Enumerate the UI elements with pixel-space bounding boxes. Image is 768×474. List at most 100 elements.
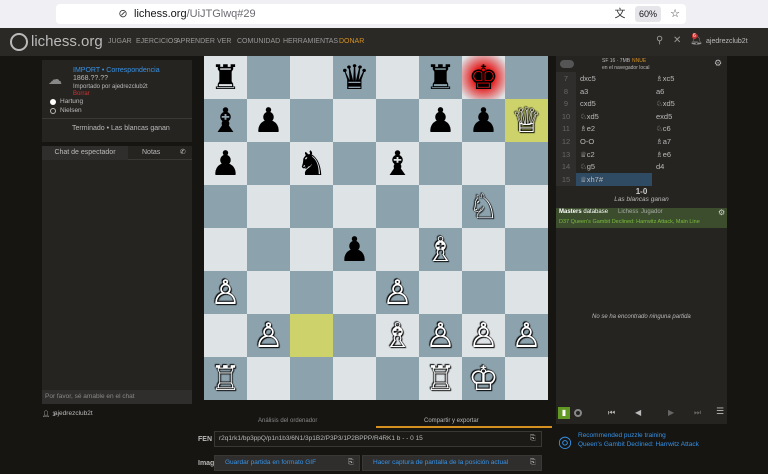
square-e6[interactable]: ♝	[376, 142, 419, 185]
piece-wP[interactable]: ♙	[210, 276, 240, 310]
square-a3[interactable]: ♙	[204, 271, 247, 314]
square-h5[interactable]	[505, 185, 548, 228]
tab-notes[interactable]: Notas	[142, 149, 160, 156]
gif-button[interactable]: Guardar partida en formato GIF	[214, 455, 360, 471]
tab-share-export[interactable]: Compartir y exportar	[424, 418, 479, 424]
square-b3[interactable]	[247, 271, 290, 314]
nav-aprender[interactable]: APRENDER	[176, 38, 215, 45]
phone-icon[interactable]: ✆	[180, 148, 186, 156]
square-f8[interactable]: ♜	[419, 56, 462, 99]
square-g4[interactable]	[462, 228, 505, 271]
piece-wQ[interactable]: ♕	[511, 104, 541, 138]
menu-icon[interactable]: ☰	[716, 407, 724, 417]
black-player[interactable]: Nielsen	[60, 107, 82, 114]
piece-wP[interactable]: ♙	[511, 319, 541, 353]
square-f6[interactable]	[419, 142, 462, 185]
piece-wN[interactable]: ♘	[468, 190, 498, 224]
square-f3[interactable]	[419, 271, 462, 314]
piece-bP[interactable]: ♟	[253, 104, 283, 138]
nav-ejercicios[interactable]: EJERCICIOS	[136, 38, 178, 45]
no-camera-icon[interactable]: ⊘	[116, 7, 130, 21]
square-e8[interactable]	[376, 56, 419, 99]
explorer-masters-tab[interactable]: Masters database	[559, 209, 608, 215]
square-g2[interactable]: ♙	[462, 314, 505, 357]
square-e4[interactable]	[376, 228, 419, 271]
gear-icon[interactable]: ⚙	[714, 59, 722, 69]
square-d3[interactable]	[333, 271, 376, 314]
piece-bR[interactable]: ♜	[210, 61, 240, 95]
search-icon[interactable]: ⚲	[656, 35, 663, 46]
nav-donar[interactable]: DONAR	[339, 38, 364, 45]
square-h1[interactable]	[505, 357, 548, 400]
square-g1[interactable]: ♔	[462, 357, 505, 400]
site-name[interactable]: lichess.org	[31, 33, 103, 50]
square-b5[interactable]	[247, 185, 290, 228]
square-c6[interactable]: ♞	[290, 142, 333, 185]
square-h2[interactable]: ♙	[505, 314, 548, 357]
piece-wP[interactable]: ♙	[468, 319, 498, 353]
piece-wP[interactable]: ♙	[253, 319, 283, 353]
square-c1[interactable]	[290, 357, 333, 400]
watcher-name[interactable]: ajedrezclub2t	[54, 410, 93, 417]
delete-link[interactable]: Borrar	[73, 91, 90, 97]
puzzle-title[interactable]: Recommended puzzle training	[578, 432, 666, 439]
square-g5[interactable]: ♘	[462, 185, 505, 228]
nav-ver[interactable]: VER	[217, 38, 231, 45]
explorer-settings-icon[interactable]: ⚙	[718, 208, 725, 217]
square-c4[interactable]	[290, 228, 333, 271]
square-a4[interactable]	[204, 228, 247, 271]
piece-bN[interactable]: ♞	[296, 147, 326, 181]
white-move[interactable]: ♕xh7#	[576, 172, 652, 187]
square-h6[interactable]	[505, 142, 548, 185]
translate-icon[interactable]: 文	[613, 7, 627, 21]
close-icon[interactable]: ✕	[673, 35, 681, 46]
square-f2[interactable]: ♙	[419, 314, 462, 357]
square-e3[interactable]: ♙	[376, 271, 419, 314]
square-b7[interactable]: ♟	[247, 99, 290, 142]
first-move-icon[interactable]: ⏮	[608, 408, 615, 418]
piece-bP[interactable]: ♟	[468, 104, 498, 138]
nav-herramientas[interactable]: HERRAMIENTAS	[283, 38, 338, 45]
piece-bK[interactable]: ♚	[468, 61, 498, 95]
piece-bB[interactable]: ♝	[382, 147, 412, 181]
explorer-lichess-tab[interactable]: Lichess	[618, 209, 638, 215]
piece-bP[interactable]: ♟	[425, 104, 455, 138]
square-a8[interactable]: ♜	[204, 56, 247, 99]
square-h4[interactable]	[505, 228, 548, 271]
square-d1[interactable]	[333, 357, 376, 400]
chat-input[interactable]: Por favor, sé amable en el chat	[42, 390, 192, 404]
fen-input[interactable]: r2q1rk1/bp3ppQ/p1n1b3/6N1/3p1B2/P3P3/1P2…	[214, 431, 542, 447]
piece-bB[interactable]: ♝	[210, 104, 240, 138]
game-type[interactable]: IMPORT • Correspondencia	[73, 67, 160, 74]
square-b6[interactable]	[247, 142, 290, 185]
square-b8[interactable]	[247, 56, 290, 99]
square-a2[interactable]	[204, 314, 247, 357]
square-f7[interactable]: ♟	[419, 99, 462, 142]
url-text[interactable]: lichess.org/UiJTGlwq#29	[134, 8, 256, 20]
user-menu[interactable]: ajedrezclub2t	[706, 38, 748, 45]
square-h8[interactable]	[505, 56, 548, 99]
engine-toggle[interactable]	[560, 60, 574, 68]
square-d2[interactable]	[333, 314, 376, 357]
square-a5[interactable]	[204, 185, 247, 228]
piece-wP[interactable]: ♙	[382, 276, 412, 310]
explorer-player-tab[interactable]: Jugador	[641, 209, 663, 215]
tab-spectator-chat[interactable]: Chat de espectador	[42, 146, 128, 160]
square-b4[interactable]	[247, 228, 290, 271]
square-c8[interactable]	[290, 56, 333, 99]
square-a7[interactable]: ♝	[204, 99, 247, 142]
square-f4[interactable]: ♗	[419, 228, 462, 271]
piece-wB[interactable]: ♗	[382, 319, 412, 353]
puzzle-subtitle[interactable]: Queen's Gambit Declined: Harrwitz Attack	[578, 441, 699, 448]
piece-wB[interactable]: ♗	[425, 233, 455, 267]
piece-wR[interactable]: ♖	[210, 362, 240, 396]
white-player[interactable]: Hartung	[60, 98, 83, 105]
piece-bP[interactable]: ♟	[210, 147, 240, 181]
square-e2[interactable]: ♗	[376, 314, 419, 357]
square-b2[interactable]: ♙	[247, 314, 290, 357]
lichess-logo-icon[interactable]	[10, 33, 28, 51]
chess-board[interactable]: ♜ ♛ ♜ ♚ ♝ ♟ ♟ ♟ ♕ ♟ ♞ ♝ ♘ ♟ ♗ ♙ ♙ ♙ ♗ ♙ ♙ ♙ ♖ ♖ ♔	[204, 56, 548, 400]
square-a1[interactable]: ♖	[204, 357, 247, 400]
nav-comunidad[interactable]: COMUNIDAD	[237, 38, 280, 45]
square-d7[interactable]	[333, 99, 376, 142]
